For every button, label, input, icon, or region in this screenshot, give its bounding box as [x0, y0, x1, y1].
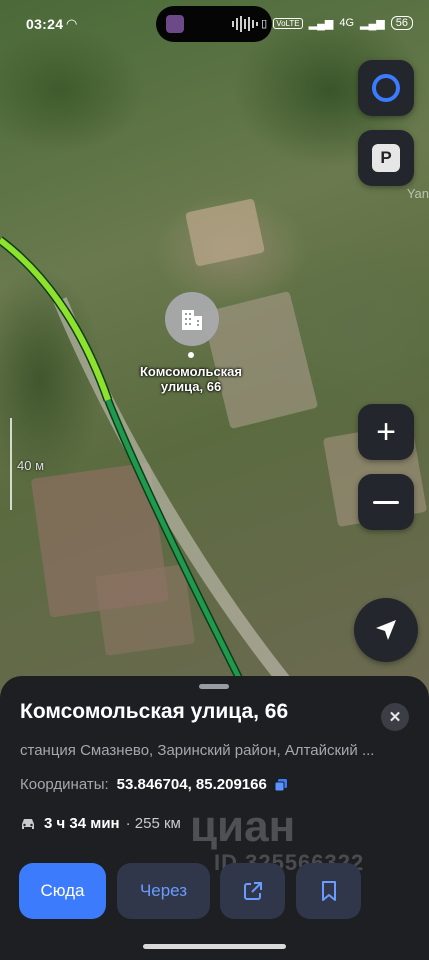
volte-icon: VoLTE [273, 17, 303, 29]
home-indicator[interactable] [143, 944, 286, 949]
zoom-in-button[interactable]: + [358, 404, 414, 460]
audio-wave-icon [166, 15, 258, 33]
share-button[interactable] [220, 863, 285, 919]
close-button[interactable]: ✕ [381, 703, 409, 731]
zoom-out-button[interactable] [358, 474, 414, 530]
watermark-brand: циан [190, 802, 296, 851]
battery-indicator: 56 [390, 16, 413, 30]
headphones-icon: ◠ [66, 16, 78, 31]
map-view[interactable]: Yan Комсомольская улица, 66 40 м P + [0, 0, 429, 700]
place-title: Комсомольская улица, 66 [20, 700, 289, 723]
place-card[interactable]: Комсомольская улица, 66 ✕ станция Смазне… [0, 676, 429, 960]
plus-icon: + [376, 413, 396, 451]
poi-label: Комсомольская улица, 66 [139, 364, 242, 394]
route-via-button[interactable]: Через [117, 863, 210, 919]
my-location-button[interactable] [354, 598, 418, 662]
coordinates-label: Координаты: [20, 776, 109, 793]
status-time: 03:24 [26, 16, 64, 32]
coordinates-value[interactable]: 53.846704, 85.209166 [117, 776, 267, 793]
share-icon [243, 882, 262, 900]
route-here-button[interactable]: Сюда [19, 863, 106, 919]
status-bar: 03:24 ◠ ▯ VoLTE ▂▄▆ 4G ▂▄▆ 56 [0, 0, 429, 50]
bookmark-icon [321, 881, 336, 901]
sheet-handle[interactable] [199, 684, 229, 689]
copy-icon[interactable] [274, 778, 287, 791]
scale-label: 40 м [17, 458, 45, 473]
place-address: станция Смазнево, Заринский район, Алтай… [20, 742, 375, 759]
map-brand-watermark: Yan [406, 186, 429, 201]
scale-bar [10, 418, 12, 510]
car-icon [22, 818, 34, 829]
poi-point [188, 352, 194, 358]
status-icons: ▯ VoLTE ▂▄▆ 4G ▂▄▆ 56 [261, 16, 413, 30]
route-time: 3 ч 34 мин [44, 815, 120, 832]
route-info: 3 ч 34 мин · 255 км [20, 815, 181, 832]
signal-icon-2: ▂▄▆ [360, 17, 385, 30]
vibrate-icon: ▯ [261, 17, 268, 30]
minus-icon [373, 500, 399, 504]
parking-button[interactable]: P [358, 130, 414, 186]
signal-icon: ▂▄▆ [308, 17, 334, 30]
dynamic-island [156, 6, 272, 42]
navigation-arrow-icon [376, 620, 396, 640]
route-distance: · 255 км [125, 815, 181, 832]
poi-marker[interactable] [165, 292, 219, 346]
coordinates-row[interactable]: Координаты: 53.846704, 85.209166 [20, 776, 287, 793]
close-icon: ✕ [388, 709, 402, 726]
network-type: 4G [339, 17, 355, 29]
alice-button[interactable] [358, 60, 414, 116]
alice-icon [372, 74, 400, 102]
parking-icon: P [372, 144, 400, 172]
bookmark-button[interactable] [296, 863, 361, 919]
building-icon [182, 310, 202, 330]
